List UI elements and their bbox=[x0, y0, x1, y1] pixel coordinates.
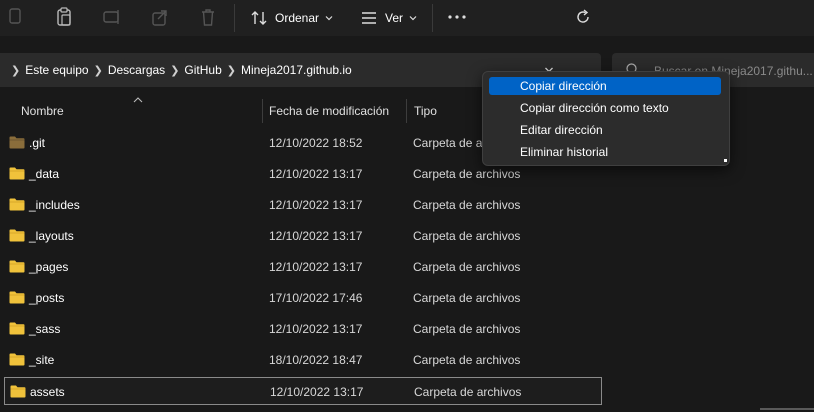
file-modified: 17/10/2022 17:46 bbox=[269, 291, 363, 305]
share-icon[interactable] bbox=[149, 6, 171, 28]
sort-label: Ordenar bbox=[275, 11, 320, 25]
file-modified: 18/10/2022 18:47 bbox=[269, 353, 363, 367]
folder-icon bbox=[9, 322, 25, 335]
file-name: _pages bbox=[29, 260, 69, 274]
table-row[interactable]: _includes 12/10/2022 13:17 Carpeta de arch… bbox=[4, 191, 602, 219]
file-modified: 12/10/2022 13:17 bbox=[269, 322, 363, 336]
file-type: Carpeta de archivos bbox=[413, 229, 521, 243]
menu-item-label: Eliminar historial bbox=[520, 145, 609, 159]
sort-icon bbox=[251, 11, 267, 25]
chevron-down-icon bbox=[325, 16, 333, 21]
delete-icon[interactable] bbox=[197, 6, 219, 28]
rename-icon[interactable] bbox=[101, 6, 123, 28]
menu-item-copy-address-as-text[interactable]: Copiar dirección como texto bbox=[489, 99, 721, 117]
chevron-right-icon[interactable]: ❯ bbox=[94, 64, 103, 77]
table-row[interactable]: _sass 12/10/2022 13:17 Carpeta de archivos bbox=[4, 315, 602, 343]
file-type: Carpeta de archivos bbox=[413, 291, 521, 305]
column-header-label: Fecha de modificación bbox=[269, 104, 390, 118]
column-header-name[interactable]: Nombre bbox=[21, 96, 64, 126]
menu-item-clear-history[interactable]: Eliminar historial bbox=[489, 143, 721, 161]
sort-button[interactable]: Ordenar bbox=[250, 6, 333, 30]
column-header-type[interactable]: Tipo bbox=[414, 96, 437, 126]
folder-icon bbox=[9, 167, 25, 180]
column-header-label: Tipo bbox=[414, 104, 437, 118]
command-bar: Ordenar Ver bbox=[0, 0, 814, 36]
menu-item-label: Copiar dirección bbox=[520, 79, 607, 93]
table-row[interactable]: _layouts 12/10/2022 13:17 Carpeta de archi… bbox=[4, 222, 602, 250]
folder-icon bbox=[10, 385, 26, 398]
file-modified: 12/10/2022 18:52 bbox=[269, 136, 363, 150]
folder-icon bbox=[9, 291, 25, 304]
file-modified: 12/10/2022 13:17 bbox=[269, 260, 363, 274]
menu-item-copy-address[interactable]: Copiar dirección bbox=[489, 77, 721, 95]
refresh-icon[interactable] bbox=[574, 8, 592, 26]
file-modified: 12/10/2022 13:17 bbox=[270, 385, 364, 399]
folder-icon bbox=[9, 229, 25, 242]
context-menu: Copiar dirección Copiar dirección como t… bbox=[482, 71, 730, 166]
paste-icon[interactable] bbox=[53, 6, 75, 28]
menu-item-label: Copiar dirección como texto bbox=[520, 101, 669, 115]
file-modified: 12/10/2022 13:17 bbox=[269, 198, 363, 212]
file-type: Carpeta de archivos bbox=[413, 167, 521, 181]
breadcrumb-item[interactable]: Descargas bbox=[108, 63, 165, 77]
file-name: _data bbox=[29, 167, 60, 181]
file-type: Carpeta de archivos bbox=[413, 353, 521, 367]
chevron-down-icon bbox=[409, 16, 417, 21]
column-separator[interactable] bbox=[406, 99, 407, 123]
file-type: Carpeta de archivos bbox=[414, 385, 522, 399]
toolbar-separator bbox=[432, 4, 433, 32]
file-modified: 12/10/2022 13:17 bbox=[269, 167, 363, 181]
table-row[interactable]: assets 12/10/2022 13:17 Carpeta de archivo… bbox=[4, 377, 602, 405]
column-separator[interactable] bbox=[262, 99, 263, 123]
file-type: Carpeta de archivos bbox=[413, 322, 521, 336]
sort-ascending-icon bbox=[133, 97, 143, 103]
menu-item-label: Editar dirección bbox=[520, 123, 603, 137]
toolbar-separator bbox=[234, 4, 235, 32]
table-row[interactable]: _posts 17/10/2022 17:46 Carpeta de archivo… bbox=[4, 284, 602, 312]
breadcrumb-item[interactable]: GitHub bbox=[184, 63, 221, 77]
folder-icon bbox=[9, 136, 25, 149]
chevron-right-icon[interactable]: ❯ bbox=[170, 64, 179, 77]
file-name: _layouts bbox=[29, 229, 74, 243]
column-header-label: Nombre bbox=[21, 104, 64, 118]
folder-icon bbox=[9, 198, 25, 211]
file-name: _sass bbox=[29, 322, 61, 336]
more-icon[interactable] bbox=[447, 14, 467, 20]
table-row[interactable]: _site 18/10/2022 18:47 Carpeta de archivos bbox=[4, 346, 602, 374]
resize-grip bbox=[724, 159, 727, 162]
breadcrumb-item[interactable]: Este equipo bbox=[25, 63, 88, 77]
view-button[interactable]: Ver bbox=[360, 6, 417, 30]
menu-item-edit-address[interactable]: Editar dirección bbox=[489, 121, 721, 139]
file-name: .git bbox=[29, 136, 46, 150]
view-label: Ver bbox=[385, 11, 404, 25]
file-type: Carpeta de archivos bbox=[413, 260, 521, 274]
file-modified: 12/10/2022 13:17 bbox=[269, 229, 363, 243]
folder-icon bbox=[9, 353, 25, 366]
column-header-modified[interactable]: Fecha de modificación bbox=[269, 96, 389, 126]
file-name: _site bbox=[29, 353, 55, 367]
copy-icon[interactable] bbox=[4, 6, 26, 28]
scrollbar-indicator[interactable] bbox=[760, 408, 814, 410]
file-type: Carpeta de archivos bbox=[413, 198, 521, 212]
file-name: _posts bbox=[29, 291, 65, 305]
chevron-right-icon[interactable]: ❯ bbox=[227, 64, 236, 77]
table-row[interactable]: _pages 12/10/2022 13:17 Carpeta de archivo… bbox=[4, 253, 602, 281]
file-name: assets bbox=[30, 385, 65, 399]
folder-icon bbox=[9, 260, 25, 273]
breadcrumb: ❯ Este equipo ❯ Descargas ❯ GitHub ❯ Min… bbox=[6, 53, 352, 87]
file-name: _includes bbox=[29, 198, 80, 212]
view-icon bbox=[362, 12, 376, 24]
chevron-right-icon[interactable]: ❯ bbox=[11, 64, 20, 77]
breadcrumb-item[interactable]: Mineja2017.github.io bbox=[241, 63, 352, 77]
